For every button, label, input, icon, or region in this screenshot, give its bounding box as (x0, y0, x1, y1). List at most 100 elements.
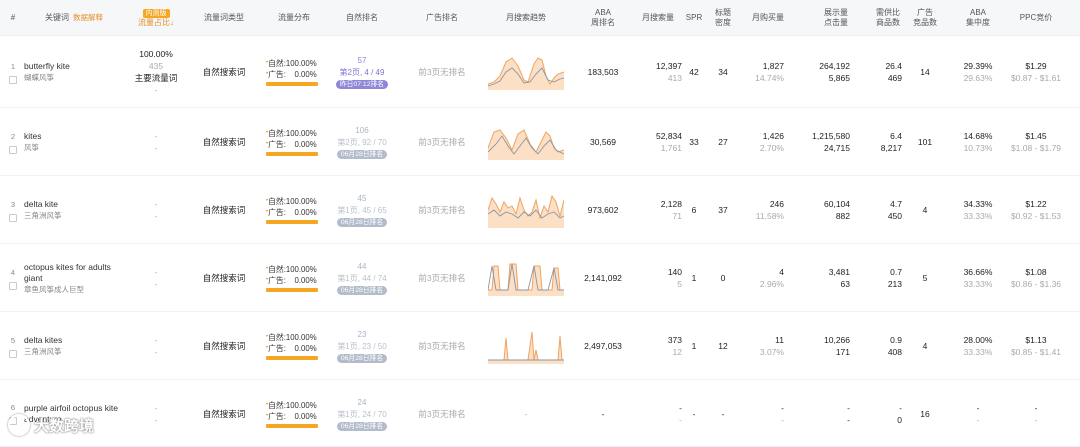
share-sub: - (154, 85, 158, 95)
aba-cell: 973,602 (575, 176, 631, 244)
supply-demand-cell: -0 (866, 380, 902, 447)
keyword-text[interactable]: kites (24, 131, 41, 142)
ad-percent: 0.00% (294, 70, 317, 79)
header-ad-rank[interactable]: 广告排名 (410, 0, 474, 36)
table-row[interactable]: 2 kites 风筝 - - 自然搜索词 •自然:100.00% •广告: 0.00% 106 第… (0, 108, 1080, 176)
header-ad-products[interactable]: 广告 竞品数 (908, 0, 942, 36)
sort-down-icon[interactable]: ↓ (170, 18, 174, 27)
share-value: - (154, 199, 158, 209)
organic-line: •自然:100.00% (266, 196, 317, 207)
table-row[interactable]: 3 delta kite 三角洲风筝 - - 自然搜索词 •自然:100.00% •广告: 0… (0, 176, 1080, 244)
product-count: 8,217 (880, 143, 902, 153)
ad-rank-text: 前3页无排名 (418, 341, 466, 351)
row-checkbox[interactable] (9, 281, 17, 290)
monthly-trend-chart[interactable] (488, 54, 564, 90)
concentration-cell: 34.33% 33.33% (950, 176, 1006, 244)
rank-number[interactable]: 23 (358, 329, 367, 341)
purchase-rate: 3.07% (759, 347, 784, 357)
aba-concentration: 29.39% (963, 61, 993, 71)
monthly-search: 52,834 (656, 131, 682, 141)
table-row[interactable]: 5 delta kites 三角洲风筝 - - 自然搜索词 •自然:100.00% •广告: … (0, 312, 1080, 380)
keyword-translation: 风筝 (24, 143, 39, 152)
product-count: 450 (887, 211, 902, 221)
header-organic-rank[interactable]: 自然排名 (330, 0, 394, 36)
monthly-purchase: 1,827 (762, 61, 784, 71)
aba-cell: 2,141,092 (575, 244, 631, 312)
table-row[interactable]: 1 butterfly kite 蝴蝶风筝 100.00% 435 主要流量词 - 自然搜索词… (0, 36, 1080, 108)
row-checkbox[interactable] (9, 75, 17, 84)
clicks: 24,715 (824, 143, 850, 153)
rank-number[interactable]: 24 (358, 397, 367, 409)
keyword-text[interactable]: butterfly kite (24, 61, 70, 72)
ad-products-cell: 4 (908, 312, 942, 380)
concentration-sub: - (976, 414, 980, 425)
header-ppc[interactable]: PPC竞价 (1004, 0, 1068, 36)
rank-number[interactable]: 44 (358, 261, 367, 273)
row-checkbox[interactable] (9, 213, 17, 222)
rank-position: 第1页, 24 / 70 (337, 409, 387, 419)
monthly-trend-chart[interactable] (488, 124, 564, 160)
share-value: - (154, 131, 158, 141)
header-concentration[interactable]: ABA 集中度 (950, 0, 1006, 36)
keyword-text[interactable]: delta kite (24, 199, 58, 210)
row-index-cell: 4 (6, 244, 20, 312)
concentration-cell: 29.39% 29.63% (950, 36, 1006, 108)
type-cell: 自然搜索词 (194, 108, 254, 176)
organic-label: 自然: (268, 265, 286, 274)
keyword-text[interactable]: octopus kites for adults giant (24, 262, 128, 284)
header-share[interactable]: 内测版 流量占比↓ (128, 0, 184, 36)
data-explain-link[interactable]: 数据解释 (73, 13, 103, 23)
header-keyword: 关键词 数据解释 (24, 0, 124, 36)
organic-rank-cell: 57 第2页, 4 / 49 昨日07:12排名 (330, 36, 394, 108)
monthly-purchase-cell: 11 3.07% (740, 312, 784, 380)
concentration-sub: 33.33% (963, 347, 993, 357)
share-cell: -- (128, 176, 184, 244)
organic-percent: 100.00% (285, 197, 317, 206)
aba-cell: 183,503 (575, 36, 631, 108)
ad-label: 广告: (268, 208, 286, 217)
header-conc-bottom: 集中度 (966, 18, 990, 27)
row-checkbox[interactable] (9, 145, 17, 154)
monthly-purchase-cell: 4 2.96% (740, 244, 784, 312)
purchase-rate: 11.58% (755, 211, 784, 221)
header-impressions[interactable]: 展示量 点击量 (806, 0, 866, 36)
watermark: 大数跨境 (8, 414, 94, 436)
share-cell: -- (128, 244, 184, 312)
aba-cell: - (575, 380, 631, 447)
share-value: - (154, 335, 158, 345)
daily-search: 413 (667, 73, 682, 83)
header-monthly-search[interactable]: 月搜索量 (632, 0, 684, 36)
product-count: 0 (897, 414, 902, 425)
ppc-bid: $1.22 (1025, 199, 1047, 209)
header-supply-demand[interactable]: 需供比 商品数 (868, 0, 908, 36)
supply-demand-cell: 4.7 450 (866, 176, 902, 244)
ad-rank-text: 前3页无排名 (418, 273, 466, 283)
rank-number[interactable]: 106 (355, 125, 368, 137)
monthly-search: 2,128 (660, 199, 682, 209)
distribution-cell: •自然:100.00% •广告: 0.00% (266, 244, 324, 312)
monthly-trend-chart[interactable] (488, 260, 564, 296)
table-row[interactable]: 4 octopus kites for adults giant 章鱼风筝成人巨型 -… (0, 244, 1080, 312)
header-spr[interactable]: SPR (682, 0, 706, 36)
monthly-trend-chart[interactable] (488, 192, 564, 228)
header-ad-bottom: 竞品数 (913, 18, 937, 27)
header-title-density[interactable]: 标题 密度 (708, 0, 738, 36)
aba-rank: 183,503 (587, 67, 619, 77)
title-density-value: 34 (718, 67, 728, 77)
trend-line (488, 263, 564, 291)
organic-label: 自然: (268, 129, 286, 138)
aba-concentration: 34.33% (963, 199, 993, 209)
rank-number[interactable]: 57 (358, 55, 367, 67)
title-density-cell: 37 (708, 176, 738, 244)
ppc-cell: $1.45 $1.08 - $1.79 (1004, 108, 1068, 176)
table-row[interactable]: 6 purple airfoil octopus kite adventure - -… (0, 380, 1080, 447)
rank-number[interactable]: 45 (358, 193, 367, 205)
monthly-trend-chart[interactable] (488, 328, 564, 364)
rank-position: 第2页, 4 / 49 (339, 68, 385, 77)
row-checkbox[interactable] (9, 349, 17, 358)
header-aba[interactable]: ABA 周排名 (575, 0, 631, 36)
purchase-rate: 2.96% (759, 279, 784, 289)
header-monthly-purchase[interactable]: 月购买量 (740, 0, 796, 36)
keyword-text[interactable]: delta kites (24, 335, 62, 346)
